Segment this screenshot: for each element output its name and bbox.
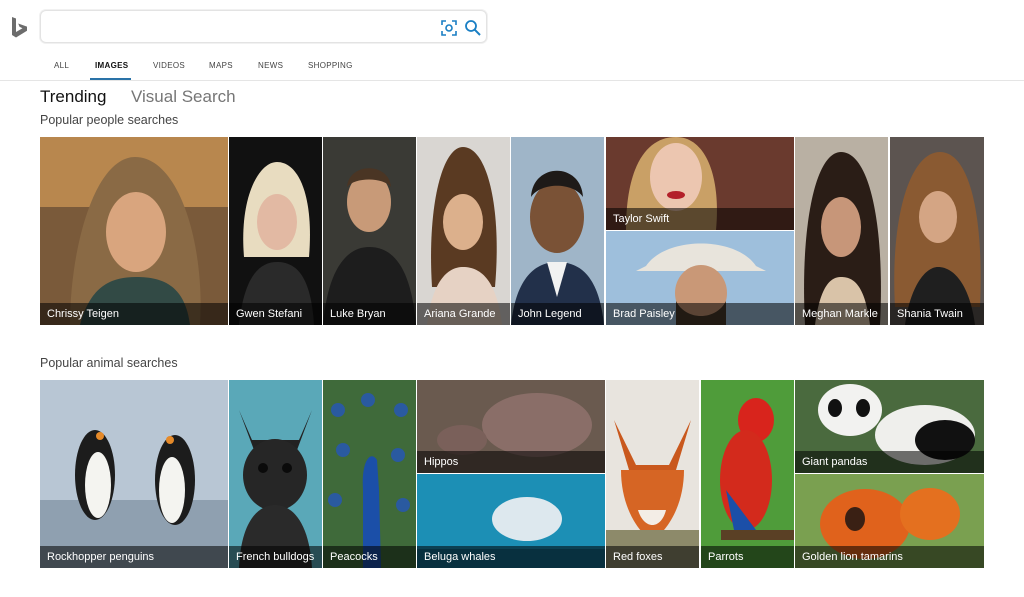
visual-search-icon[interactable] (440, 19, 458, 37)
tab-videos[interactable]: VIDEOS (153, 61, 185, 70)
tile-caption: Parrots (701, 546, 794, 568)
animal-tile-red-foxes[interactable]: Red foxes (606, 380, 699, 568)
tile-caption: Hippos (417, 451, 605, 473)
tile-caption: Shania Twain (890, 303, 984, 325)
people-tile-brad-paisley[interactable]: Brad Paisley (606, 231, 794, 325)
animal-photo (229, 380, 322, 568)
animal-photo (40, 380, 228, 568)
person-photo (40, 137, 228, 325)
search-input[interactable] (51, 17, 425, 39)
person-photo (511, 137, 604, 325)
animal-tile-parrots[interactable]: Parrots (701, 380, 794, 568)
tile-caption: Golden lion tamarins (795, 546, 984, 568)
person-photo (229, 137, 322, 325)
tile-caption: Gwen Stefani (229, 303, 322, 325)
animal-photo (701, 380, 794, 568)
tile-caption: Brad Paisley (606, 303, 794, 325)
people-tile-shania-twain[interactable]: Shania Twain (890, 137, 984, 325)
tile-caption: Giant pandas (795, 451, 984, 473)
animal-tile-giant-pandas[interactable]: Giant pandas (795, 380, 984, 473)
person-photo (417, 137, 510, 325)
people-tile-taylor-swift[interactable]: Taylor Swift (606, 137, 794, 230)
people-grid: Chrissy Teigen Gwen Stefani Luke Bryan A… (40, 137, 984, 325)
tab-trending[interactable]: Trending (40, 87, 106, 107)
tile-caption: Ariana Grande (417, 303, 510, 325)
people-tile-john-legend[interactable]: John Legend (511, 137, 604, 325)
animals-grid: Rockhopper penguins French bulldogs Peac… (40, 380, 984, 568)
tile-caption: Beluga whales (417, 546, 605, 568)
people-tile-meghan-markle[interactable]: Meghan Markle (795, 137, 888, 325)
tile-caption: French bulldogs (229, 546, 322, 568)
tile-caption: Taylor Swift (606, 208, 794, 230)
animal-tile-beluga-whales[interactable]: Beluga whales (417, 474, 605, 568)
person-photo (890, 137, 984, 325)
animal-photo (606, 380, 699, 568)
animal-tile-golden-lion-tamarins[interactable]: Golden lion tamarins (795, 474, 984, 568)
tab-shopping[interactable]: SHOPPING (308, 61, 353, 70)
animal-tile-french-bulldogs[interactable]: French bulldogs (229, 380, 322, 568)
tab-maps[interactable]: MAPS (209, 61, 233, 70)
bing-logo-icon[interactable] (10, 16, 30, 40)
section-title-animals: Popular animal searches (40, 356, 178, 370)
tab-images[interactable]: IMAGES (95, 61, 128, 70)
search-box[interactable] (40, 10, 487, 43)
tile-caption: Chrissy Teigen (40, 303, 228, 325)
section-title-people: Popular people searches (40, 113, 179, 127)
people-tile-chrissy-teigen[interactable]: Chrissy Teigen (40, 137, 228, 325)
animal-tile-peacocks[interactable]: Peacocks (323, 380, 416, 568)
tile-caption: Rockhopper penguins (40, 546, 228, 568)
tile-caption: Peacocks (323, 546, 416, 568)
animal-tile-hippos[interactable]: Hippos (417, 380, 605, 473)
tab-visual-search[interactable]: Visual Search (131, 87, 236, 107)
tile-caption: Red foxes (606, 546, 699, 568)
tile-caption: Meghan Markle (795, 303, 888, 325)
tile-caption: John Legend (511, 303, 604, 325)
tab-all[interactable]: ALL (54, 61, 69, 70)
person-photo (795, 137, 888, 325)
people-tile-ariana-grande[interactable]: Ariana Grande (417, 137, 510, 325)
search-icon[interactable] (464, 19, 482, 37)
people-tile-luke-bryan[interactable]: Luke Bryan (323, 137, 416, 325)
person-photo (323, 137, 416, 325)
animal-tile-rockhopper-penguins[interactable]: Rockhopper penguins (40, 380, 228, 568)
tab-news[interactable]: NEWS (258, 61, 283, 70)
divider (0, 80, 1024, 81)
tile-caption: Luke Bryan (323, 303, 416, 325)
people-tile-gwen-stefani[interactable]: Gwen Stefani (229, 137, 322, 325)
animal-photo (323, 380, 416, 568)
